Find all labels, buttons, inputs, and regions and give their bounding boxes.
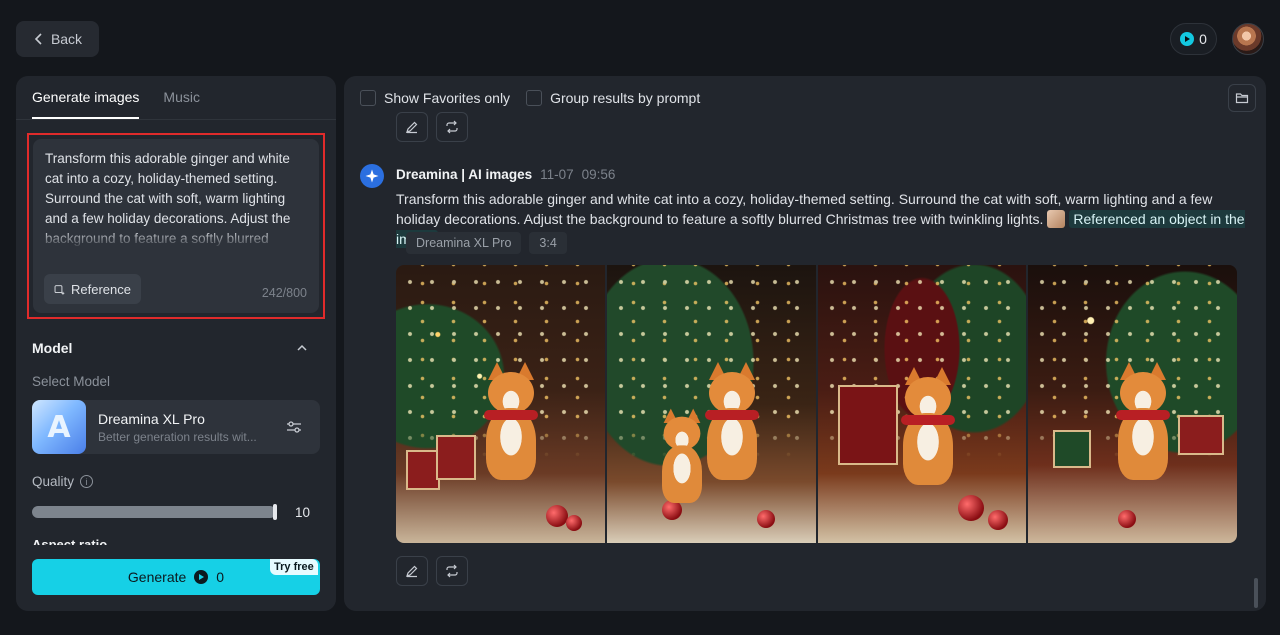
show-favorites-label: Show Favorites only	[384, 90, 511, 106]
dreamina-logo-icon	[360, 164, 384, 188]
results-toolbar: Show Favorites only Group results by pro…	[360, 90, 700, 106]
quality-label: Quality i	[32, 474, 94, 489]
quality-slider-thumb[interactable]	[273, 504, 277, 520]
quality-slider-fill	[32, 506, 276, 518]
quality-slider-track[interactable]	[32, 506, 276, 518]
credit-coin-icon	[1180, 32, 1195, 46]
info-icon[interactable]: i	[80, 475, 94, 488]
reference-label: Reference	[71, 281, 131, 297]
generate-cost: 0	[216, 569, 225, 585]
show-favorites-checkbox[interactable]: Show Favorites only	[360, 90, 510, 106]
generate-label: Generate	[127, 569, 187, 585]
message-tags: Dreamina XL Pro 3:4	[406, 232, 567, 254]
result-image[interactable]	[606, 265, 816, 543]
tab-generate-images[interactable]: Generate images	[32, 89, 140, 119]
regenerate-button[interactable]	[436, 112, 468, 142]
prompt-input[interactable]: Transform this adorable ginger and white…	[33, 139, 319, 313]
credits-pill[interactable]: 0	[1170, 23, 1217, 55]
left-panel: Generate images Music Transform this ado…	[16, 76, 336, 611]
group-results-label: Group results by prompt	[550, 90, 701, 106]
back-button[interactable]: Back	[16, 21, 99, 57]
tab-bar: Generate images Music	[16, 76, 336, 120]
image-add-icon	[54, 284, 65, 295]
model-section-title: Model	[32, 340, 73, 356]
checkbox-box[interactable]	[360, 90, 376, 106]
results-panel: Show Favorites only Group results by pro…	[344, 76, 1266, 611]
model-info: Dreamina XL Pro Better generation result…	[86, 411, 286, 444]
back-label: Back	[50, 31, 83, 47]
regenerate-button[interactable]	[436, 556, 468, 586]
quality-value: 10	[295, 505, 311, 520]
folder-icon	[1235, 93, 1249, 104]
result-image[interactable]	[817, 265, 1027, 543]
avatar[interactable]	[1232, 23, 1264, 55]
group-results-checkbox[interactable]: Group results by prompt	[526, 90, 700, 106]
tab-music[interactable]: Music	[163, 89, 200, 119]
scrollbar[interactable]	[1254, 578, 1258, 608]
result-image[interactable]	[396, 265, 605, 543]
prompt-highlight: Transform this adorable ginger and white…	[27, 133, 325, 319]
credits-count: 0	[1199, 31, 1207, 47]
checkbox-box[interactable]	[526, 90, 543, 106]
char-count: 242/800	[261, 286, 307, 300]
ratio-tag: 3:4	[529, 232, 567, 254]
folder-button[interactable]	[1228, 84, 1256, 112]
edit-button[interactable]	[396, 556, 428, 586]
reference-button[interactable]: Reference	[44, 274, 141, 304]
model-description: Better generation results wit...	[98, 429, 257, 444]
edit-button[interactable]	[396, 112, 428, 142]
chevron-up-icon[interactable]	[296, 342, 308, 354]
repeat-icon	[446, 120, 458, 134]
select-model-label: Select Model	[32, 374, 111, 389]
credit-coin-icon	[194, 570, 209, 584]
pencil-icon	[406, 565, 418, 578]
model-tag: Dreamina XL Pro	[406, 232, 522, 254]
message-date: 11-07	[540, 167, 574, 182]
result-image[interactable]	[1028, 265, 1237, 543]
prompt-text[interactable]: Transform this adorable ginger and white…	[45, 149, 307, 249]
model-selector[interactable]: A Dreamina XL Pro Better generation resu…	[32, 400, 320, 454]
pencil-icon	[406, 121, 418, 134]
reference-thumbnail	[1047, 210, 1066, 228]
try-free-badge: Try free	[270, 559, 318, 575]
message-author: Dreamina | AI images	[396, 167, 533, 182]
quality-label-text: Quality	[32, 474, 75, 489]
aspect-ratio-title: Aspect ratio	[32, 537, 108, 545]
chevron-left-icon	[34, 33, 42, 45]
model-name: Dreamina XL Pro	[98, 410, 205, 427]
message-time: 09:56	[581, 167, 616, 182]
repeat-icon	[446, 564, 458, 578]
settings-sliders-icon[interactable]	[286, 419, 302, 435]
result-images	[396, 265, 1237, 543]
message-header: Dreamina | AI images 11-07 09:56	[396, 167, 615, 182]
model-thumbnail: A	[32, 400, 86, 454]
